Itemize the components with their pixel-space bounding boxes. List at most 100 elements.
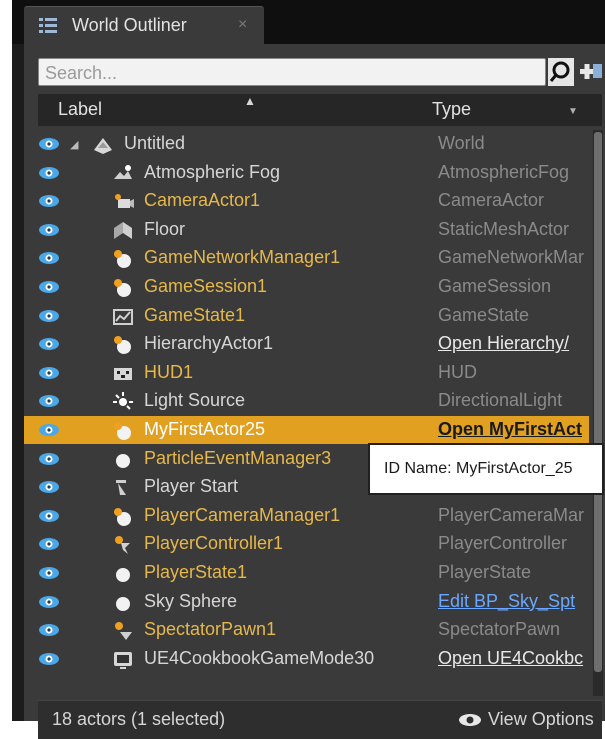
outliner-row[interactable]: Sky Sphere Edit BP_Sky_Spt [24,588,589,616]
sphere-icon [116,568,130,582]
outliner-row[interactable]: PlayerCameraManager1 PlayerCameraMar [24,502,589,530]
row-type: PlayerCameraMar [438,504,585,525]
row-type-link[interactable]: Open MyFirstAct [438,419,588,440]
row-label: MyFirstActor25 [144,419,266,439]
add-filter-icon[interactable] [580,60,604,84]
actor-icon [114,507,131,526]
actor-list: ◢ Untitled World Atmospheric Fog Atmospheric… [24,130,605,698]
outliner-row[interactable]: HierarchyActor1 Open Hierarchy/ [24,330,589,358]
world-icon [94,138,112,154]
visibility-eye-icon[interactable] [38,136,60,152]
pawn-icon [115,622,132,641]
column-type-header[interactable]: Type [432,99,471,120]
view-options-label: View Options [488,709,594,729]
row-label: HUD1 [144,361,194,382]
actor-icon [114,250,131,269]
visibility-eye-icon[interactable] [38,479,60,495]
outliner-panel: Search... Label ▲ Type ▼ ◢ Untitled World A… [24,44,605,739]
playerstart-icon [116,480,126,496]
row-type-link[interactable]: Edit BP_Sky_Spt [438,591,588,612]
outliner-row[interactable]: GameNetworkManager1 GameNetworkMar [24,244,589,272]
visibility-eye-icon[interactable] [38,594,60,610]
vertical-scrollbar[interactable] [593,130,603,696]
outliner-list-icon [39,18,57,33]
search-icon [549,61,570,82]
visibility-eye-icon[interactable] [38,508,60,524]
row-type: HUD [438,361,477,382]
outliner-row[interactable]: PlayerState1 PlayerState [24,559,589,587]
visibility-eye-icon[interactable] [38,222,60,238]
outliner-row[interactable]: UE4CookbookGameMode30 Open UE4Cookbc [24,645,589,673]
row-label: Player Start [144,476,239,497]
row-label: PlayerCameraManager1 [144,504,341,525]
sphere-icon [116,596,130,611]
visibility-eye-icon[interactable] [38,365,60,381]
visibility-eye-icon[interactable] [38,536,60,552]
controller-icon [115,536,130,555]
outliner-row[interactable]: GameState1 GameState [24,302,589,330]
actor-icon [114,422,131,440]
outliner-row[interactable]: ◢ Untitled World [24,130,589,158]
outliner-row[interactable]: CameraActor1 CameraActor [24,187,589,215]
outliner-row[interactable]: SpectatorPawn1 SpectatorPawn [24,616,589,644]
visibility-eye-icon[interactable] [38,651,60,667]
outliner-row[interactable]: Atmospheric Fog AtmosphericFog [24,159,589,187]
chevron-down-icon[interactable]: ▼ [568,106,578,117]
search-button[interactable] [548,58,574,86]
visibility-eye-icon[interactable] [38,336,60,352]
row-label: Light Source [144,390,246,411]
outliner-row[interactable]: HUD1 HUD [24,359,589,387]
row-type: CameraActor [438,190,545,211]
expand-arrow-icon[interactable]: ◢ [70,138,78,151]
row-label: SpectatorPawn1 [144,619,277,640]
sphere-icon [116,453,130,468]
visibility-eye-icon[interactable] [38,422,60,438]
camera-icon [115,194,134,209]
row-label: CameraActor1 [144,190,261,211]
column-label-header[interactable]: Label [58,99,102,120]
visibility-eye-icon[interactable] [38,565,60,581]
outliner-row[interactable]: Light Source DirectionalLight [24,387,589,415]
visibility-eye-icon[interactable] [38,622,60,638]
tab-world-outliner[interactable]: World Outliner × [24,6,264,45]
row-label: PlayerState1 [144,562,248,582]
row-type-link[interactable]: Open Hierarchy/ [438,333,588,354]
row-type: PlayerState [438,562,532,582]
search-input[interactable]: Search... [38,58,546,86]
outliner-row[interactable]: GameSession1 GameSession [24,273,589,301]
outliner-row[interactable]: MyFirstActor25 Open MyFirstAct [24,416,589,444]
tab-title: World Outliner [72,15,187,35]
sort-ascending-icon: ▲ [244,94,256,108]
row-label: UE4CookbookGameMode30 [144,647,375,668]
row-type: PlayerController [438,533,568,554]
row-type: SpectatorPawn [438,619,561,640]
visibility-eye-icon[interactable] [38,279,60,295]
row-label: ParticleEventManager3 [144,447,332,468]
gamestate-icon [113,308,133,325]
visibility-eye-icon[interactable] [38,451,60,467]
row-label: Untitled [124,133,186,153]
visibility-eye-icon[interactable] [38,165,60,181]
tab-close-button[interactable]: × [238,16,247,34]
row-type: GameSession [438,276,552,296]
visibility-eye-icon[interactable] [38,308,60,324]
eye-icon [459,714,481,726]
row-label: Sky Sphere [144,590,238,611]
row-label: HierarchyActor1 [144,333,274,354]
scrollbar-thumb[interactable] [594,132,602,672]
fog-icon [114,164,132,179]
row-label: Atmospheric Fog [144,161,281,182]
row-type-link[interactable]: Open UE4Cookbc [438,648,588,669]
hud-icon [114,367,132,380]
visibility-eye-icon[interactable] [38,193,60,209]
visibility-eye-icon[interactable] [38,250,60,266]
row-label: GameState1 [144,304,246,325]
outliner-row[interactable]: Floor StaticMeshActor [24,216,589,244]
visibility-eye-icon[interactable] [38,393,60,409]
row-type: World [438,133,485,153]
gamemode-icon [114,651,132,669]
outliner-row[interactable]: PlayerController1 PlayerController [24,530,589,558]
row-type: GameState [438,304,530,325]
status-bar: 18 actors (1 selected) View Options ▼ [38,700,602,739]
tab-strip: World Outliner × [12,0,605,45]
